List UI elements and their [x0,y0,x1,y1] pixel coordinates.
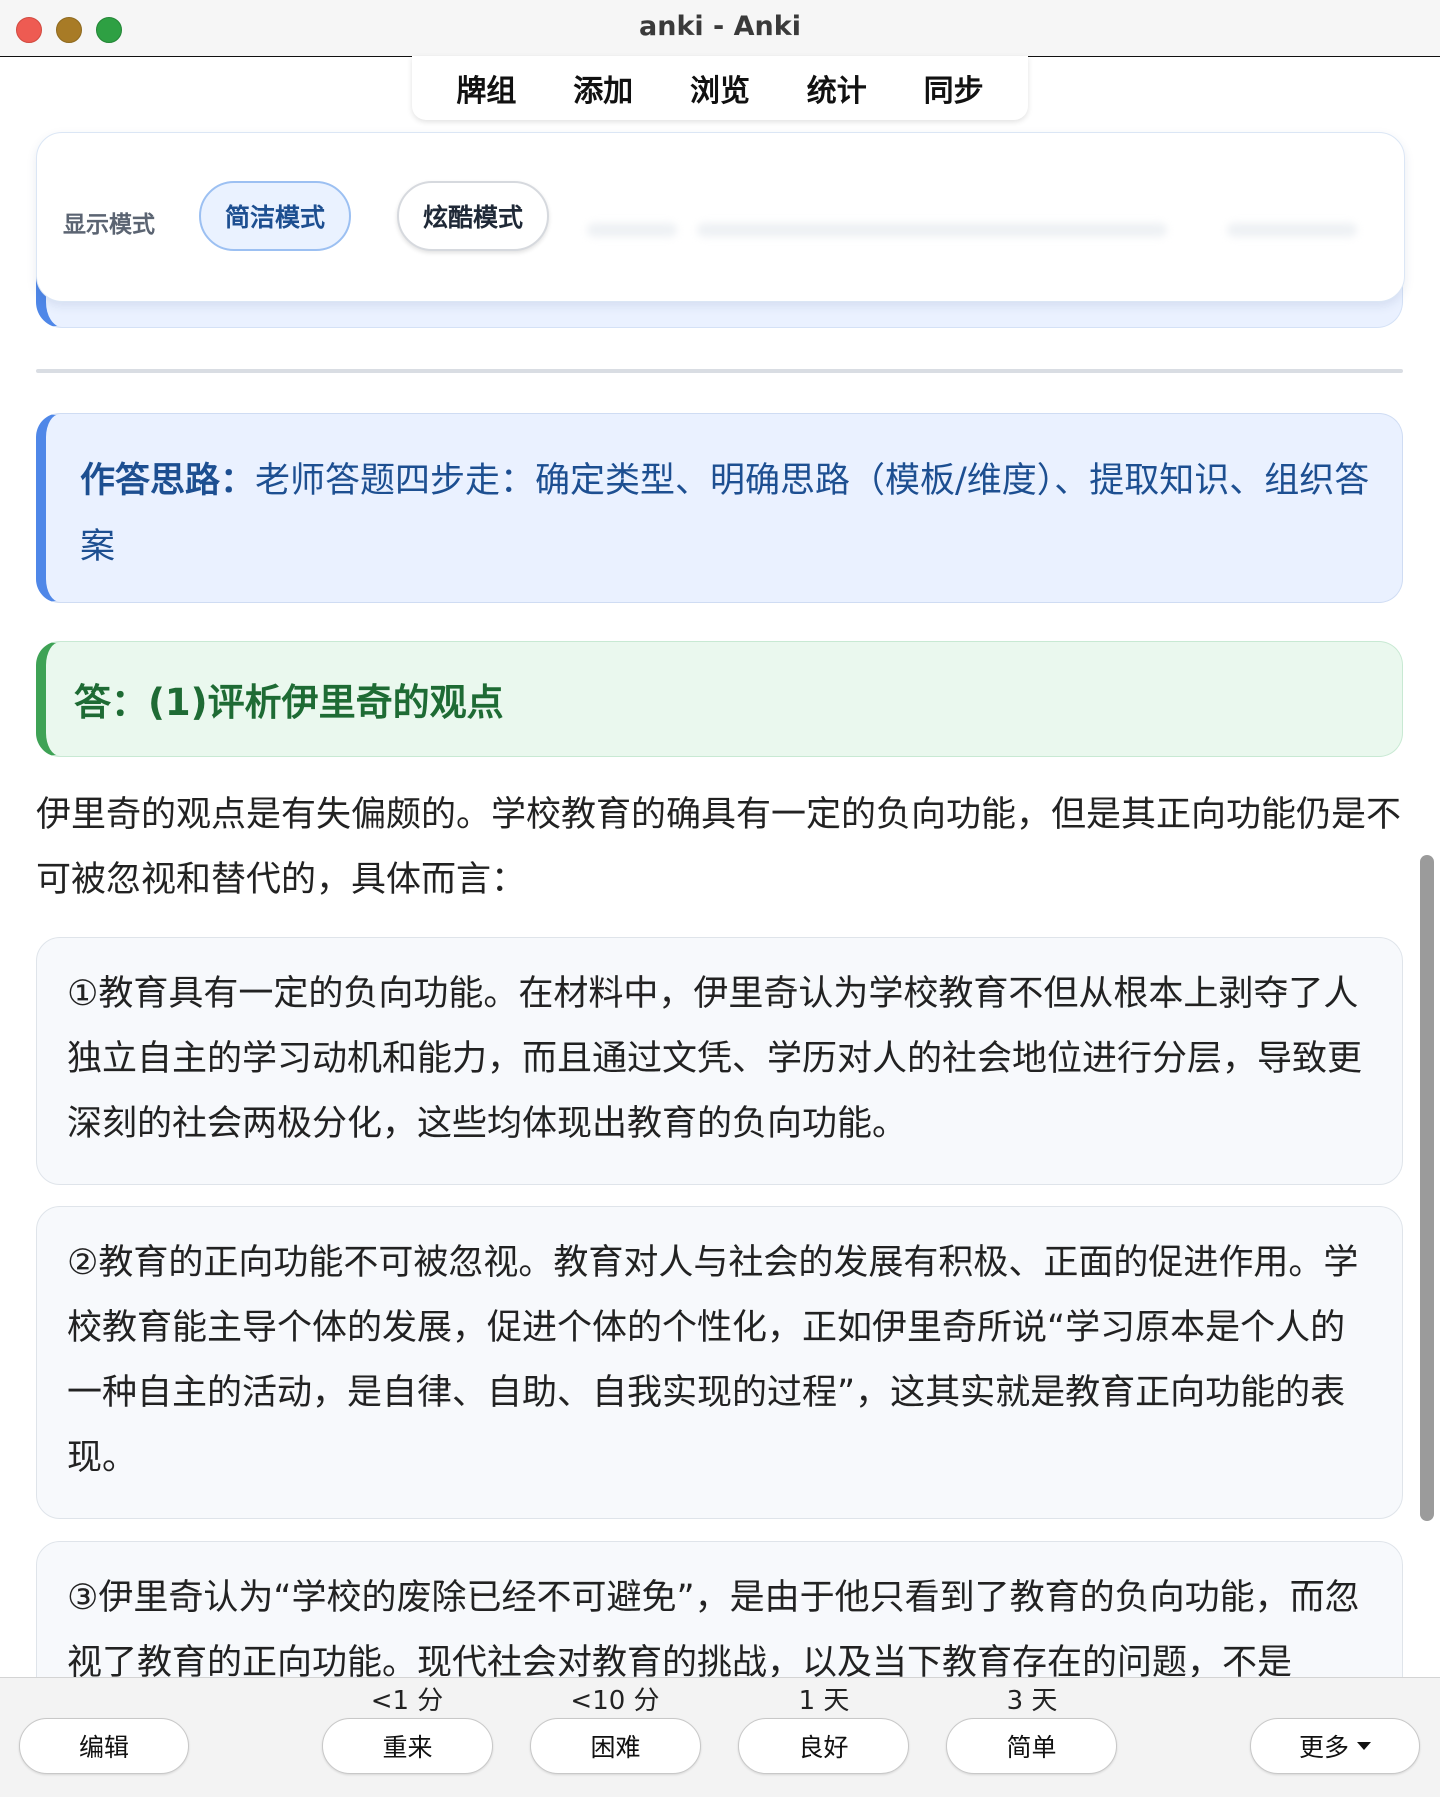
more-label: 更多 [1298,1733,1349,1762]
point-text: ①教育具有一定的负向功能。在材料中，伊里奇认为学校教育不但从根本上剥夺了人独立自… [67,974,1363,1144]
point-text: ③伊里奇认为“学校的废除已经不可避免”，是由于他只看到了教育的负向功能，而忽视了… [67,1578,1360,1683]
blurred-decoration [697,223,1167,237]
nav-sync[interactable]: 同步 [924,66,984,110]
intro-paragraph: 伊里奇的观点是有失偏颇的。学校教育的确具有一定的负向功能，但是其正向功能仍是不可… [36,795,1402,900]
good-interval: 1 天 [798,1686,850,1716]
blurred-decoration [587,223,677,237]
answer-title: 答：(1)评析伊里奇的观点 [74,681,504,724]
again-interval: <1 分 [370,1686,444,1716]
blurred-decoration [1227,223,1357,237]
point-card: ②教育的正向功能不可被忽视。教育对人与社会的发展有积极、正面的促进作用。学校教育… [36,1206,1403,1519]
point-card: ①教育具有一定的负向功能。在材料中，伊里奇认为学校教育不但从根本上剥夺了人独立自… [36,937,1403,1185]
idea-text: 老师答题四步走：确定类型、明确思路（模板/维度）、提取知识、组织答案 [80,461,1370,567]
title-bar: anki - Anki [0,0,1440,57]
divider [36,369,1403,373]
nav-add[interactable]: 添加 [573,66,633,110]
caret-down-icon [1357,1742,1371,1750]
answer-heading: 答：(1)评析伊里奇的观点 [36,641,1403,757]
window-title: anki - Anki [639,11,801,42]
hard-interval: <10 分 [570,1686,660,1716]
easy-interval: 3 天 [1006,1686,1058,1716]
display-mode-label: 显示模式 [63,212,155,238]
easy-button[interactable]: 简单 [946,1718,1117,1774]
again-button[interactable]: 重来 [322,1718,493,1774]
simple-mode-button[interactable]: 简洁模式 [199,181,351,251]
hard-button[interactable]: 困难 [530,1718,701,1774]
nav-stats[interactable]: 统计 [807,66,867,110]
nav-browse[interactable]: 浏览 [690,66,750,110]
scrollbar-thumb[interactable] [1420,855,1434,1521]
top-nav: 牌组 添加 浏览 统计 同步 [412,56,1028,120]
good-button[interactable]: 良好 [738,1718,909,1774]
idea-label: 作答思路： [80,461,256,501]
nav-decks[interactable]: 牌组 [456,66,516,110]
display-mode-card: 显示模式 简洁模式 炫酷模式 [36,132,1405,302]
cool-mode-button[interactable]: 炫酷模式 [397,181,549,251]
point-text: ②教育的正向功能不可被忽视。教育对人与社会的发展有积极、正面的促进作用。学校教育… [67,1243,1359,1478]
answer-idea-box: 作答思路：老师答题四步走：确定类型、明确思路（模板/维度）、提取知识、组织答案 [36,413,1403,603]
more-button[interactable]: 更多 [1250,1718,1420,1774]
answer-bar: <1 分 <10 分 1 天 3 天 编辑 重来 困难 良好 简单 更多 [0,1677,1440,1797]
edit-button[interactable]: 编辑 [19,1718,189,1774]
